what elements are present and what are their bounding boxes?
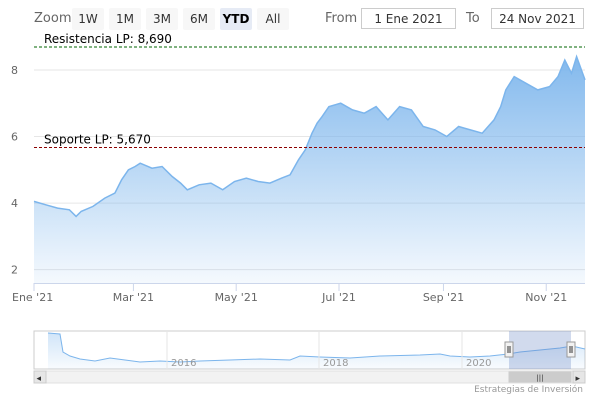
scroll-left-arrow-icon: ◂: [37, 374, 42, 384]
navigator-tick-label: 2020: [466, 358, 491, 369]
x-tick-label: Mar '21: [113, 291, 154, 304]
scrollbar-grip-icon: |||: [536, 374, 543, 382]
navigator-tick-label: 2016: [171, 358, 196, 369]
y-tick-label: 4: [11, 197, 18, 210]
chart-credit: Estrategias de Inversión: [474, 385, 583, 395]
x-tick-label: May '21: [215, 291, 258, 304]
navigator-selection: [509, 331, 571, 369]
price-chart: Resistencia LP: 8,690 Soporte LP: 5,670 2…: [11, 32, 586, 384]
navigator-left-handle[interactable]: [504, 341, 514, 358]
y-tick-label: 2: [11, 264, 18, 277]
y-tick-label: 8: [11, 64, 18, 77]
resistance-label: Resistencia LP: 8,690: [44, 32, 172, 46]
navigator-right-handle[interactable]: [566, 341, 576, 358]
y-tick-label: 6: [11, 131, 18, 144]
stock-chart-widget: Zoom 1W 1M 3M 6M YTD All From 1 Ene 2021…: [0, 0, 605, 402]
scrollbar-track[interactable]: [33, 370, 586, 384]
x-tick-label: Jul '21: [321, 291, 356, 304]
support-label: Soporte LP: 5,670: [44, 133, 151, 147]
x-tick-label: Nov '21: [525, 291, 567, 304]
scroll-right-arrow-icon: ▸: [576, 374, 581, 384]
x-tick-label: Sep '21: [423, 291, 464, 304]
x-tick-label: Ene '21: [12, 291, 53, 304]
price-series-area: [34, 56, 585, 283]
navigator-tick-label: 2018: [323, 358, 348, 369]
